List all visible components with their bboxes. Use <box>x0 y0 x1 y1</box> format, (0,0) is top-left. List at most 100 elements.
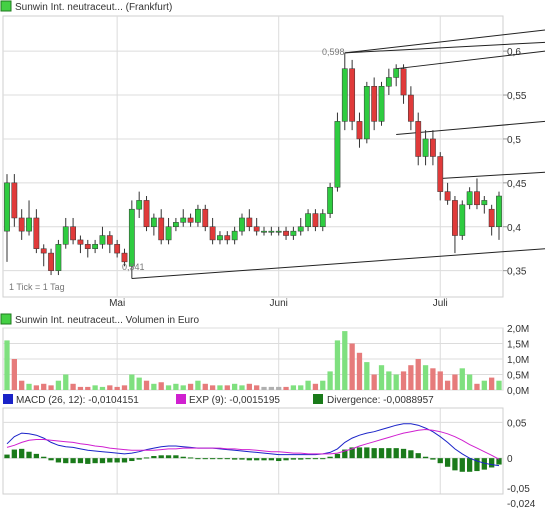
candle-down <box>283 230 289 236</box>
candle-up <box>496 195 502 227</box>
candle-up <box>55 244 62 271</box>
trend-line <box>440 171 546 179</box>
candle-up <box>378 86 385 122</box>
divergence-bar <box>444 458 451 467</box>
volume-bar <box>334 340 341 390</box>
divergence-bar <box>489 458 495 468</box>
divergence-bar <box>320 458 326 460</box>
candle-up <box>217 235 223 241</box>
macd-series <box>4 423 502 472</box>
tick-footnote: 1 Tick = 1 Tag <box>9 282 65 292</box>
divergence-bar <box>202 458 208 460</box>
macd-y-tick-label: -0,05 <box>507 484 530 495</box>
candle-down <box>48 252 54 271</box>
candle-down <box>84 244 91 249</box>
volume-bar <box>378 365 385 390</box>
candle-down <box>40 248 47 254</box>
divergence-bar <box>246 458 252 461</box>
candle-up <box>297 226 304 232</box>
divergence-bar <box>408 450 414 459</box>
divergence-bar <box>268 458 275 461</box>
candle-up <box>393 68 400 78</box>
volume-y-axis: 2,0M 1,5M 1,0M 0,5M 0,0M <box>507 324 529 397</box>
candle-down <box>158 217 165 241</box>
high-annotation: 0,598 <box>322 47 345 57</box>
divergence-bar <box>415 453 421 459</box>
volume-bar <box>466 374 473 390</box>
candle-up <box>341 68 348 122</box>
divergence-bar <box>371 448 377 459</box>
volume-y-tick-label: 1,0M <box>507 355 529 366</box>
price-y-tick-label: 0,35 <box>507 267 527 278</box>
candle-down <box>312 213 319 227</box>
divergence-bar <box>19 448 25 459</box>
candle-up <box>92 244 99 249</box>
price-y-axis: 0,6 0,55 0,5 0,45 0,4 0,35 <box>503 47 527 278</box>
price-y-tick-label: 0,4 <box>507 223 521 234</box>
volume-bar <box>312 383 319 390</box>
volume-bar <box>246 383 252 390</box>
candle-up <box>261 230 267 233</box>
macd-y-axis: 0,05 0 -0,05 -0,024 <box>507 418 536 508</box>
volume-bar <box>187 383 194 390</box>
divergence-legend-icon <box>313 394 323 404</box>
divergence-bar <box>386 448 392 459</box>
candle-down <box>11 182 18 219</box>
candle-up <box>385 77 392 87</box>
divergence-bar <box>151 456 157 459</box>
volume-bar <box>202 383 208 390</box>
volume-bar <box>224 385 230 390</box>
candle-down <box>474 191 480 206</box>
volume-bar <box>268 386 275 390</box>
candle-up <box>26 217 32 232</box>
price-x-tick-label: Juni <box>270 298 288 309</box>
candle-down <box>253 226 260 232</box>
candle-down <box>415 121 422 157</box>
volume-bar <box>173 383 179 390</box>
volume-bar <box>4 340 10 390</box>
volume-bar <box>474 383 480 390</box>
candle-up <box>128 208 135 267</box>
candle-up <box>99 235 106 245</box>
candle-down <box>349 68 356 122</box>
candle-down <box>187 217 194 223</box>
candle-down <box>444 191 451 201</box>
volume-bar <box>327 371 333 390</box>
divergence-bar <box>136 458 142 460</box>
volume-bar <box>261 386 267 390</box>
exp-legend-icon <box>176 394 186 404</box>
divergence-bar <box>121 458 128 463</box>
macd-plot-frame <box>2 407 504 495</box>
divergence-bar <box>114 458 120 463</box>
candle-down <box>202 208 209 227</box>
candle-up <box>239 217 245 232</box>
volume-bar <box>415 359 421 390</box>
price-y-tick-label: 0,55 <box>507 91 527 102</box>
volume-bar <box>129 374 135 390</box>
volume-legend-icon <box>0 313 12 325</box>
volume-bar <box>121 385 128 390</box>
divergence-bar <box>400 448 407 459</box>
volume-bar <box>114 386 120 390</box>
candle-down <box>209 226 216 241</box>
divergence-bar <box>63 458 69 464</box>
candle-up <box>319 213 326 227</box>
divergence-bar <box>48 458 54 461</box>
volume-bar <box>371 374 377 390</box>
divergence-bar <box>187 457 194 459</box>
candle-up <box>136 200 143 210</box>
divergence-bar <box>180 456 186 459</box>
volume-bar <box>41 383 47 390</box>
volume-bar <box>283 386 289 390</box>
divergence-bar <box>129 458 135 462</box>
divergence-bar <box>209 458 216 460</box>
candle-down <box>488 208 495 227</box>
candle-up <box>334 121 341 188</box>
divergence-bar <box>305 458 311 460</box>
candle-down <box>33 217 40 249</box>
volume-bar <box>444 380 451 390</box>
volume-bar <box>320 380 326 390</box>
divergence-bar <box>92 458 98 464</box>
stock-chart: Sunwin Int. neutraceut... (Frankfurt) 0,… <box>0 0 546 508</box>
candle-up <box>231 230 238 241</box>
